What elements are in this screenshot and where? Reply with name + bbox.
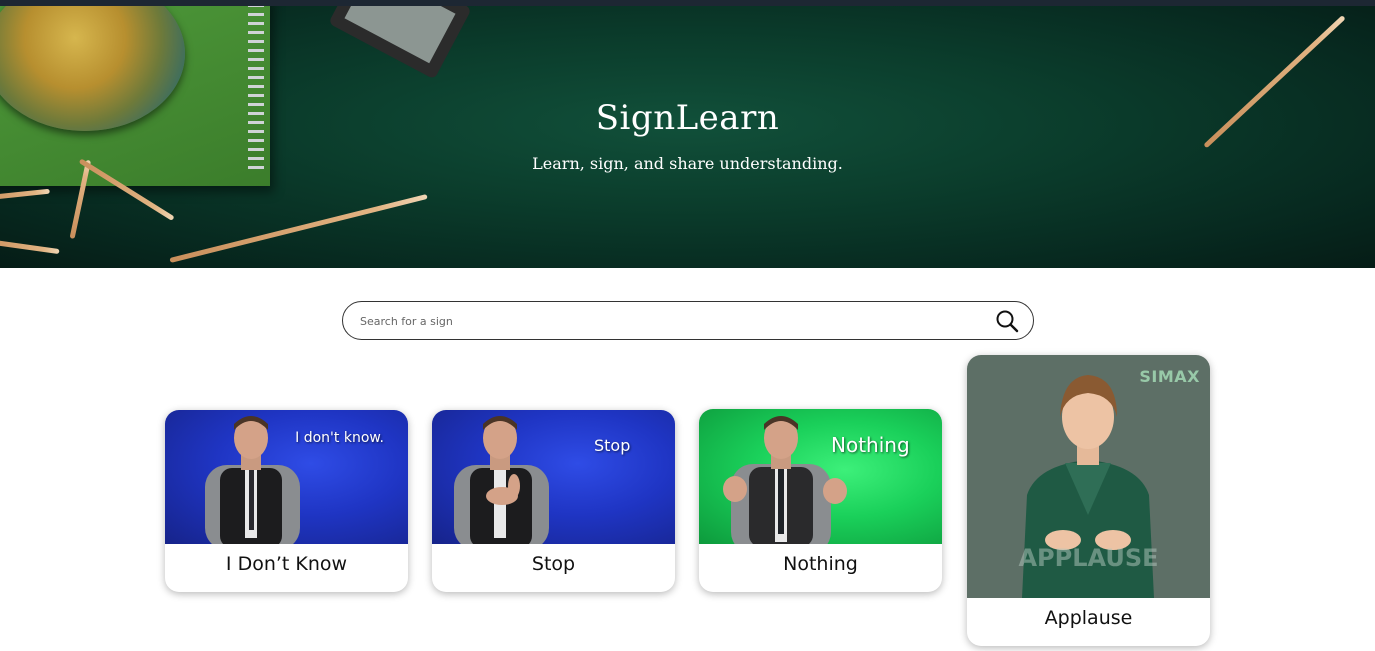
page-title: SignLearn [595,98,780,138]
sign-card-i-dont-know[interactable]: I don't know. I Don’t Know [165,410,408,592]
search-input[interactable] [360,310,980,332]
frame-decoration [328,6,472,80]
page-subtitle: Learn, sign, and share understanding. [532,154,843,173]
brand-logo: SIMAX [1139,367,1200,386]
signer-figure [454,416,549,544]
pencil-decoration [0,188,50,201]
signer-figure [723,416,847,544]
video-caption: I don't know. [295,430,384,446]
sign-avatar-thumbnail: SIMAX APPLAUSE [967,355,1210,598]
sign-card-nothing[interactable]: Nothing Nothing [699,409,942,592]
pencil-decoration [0,238,60,255]
pencil-decoration [169,193,428,263]
hero-banner: SignLearn Learn, sign, and share underst… [0,6,1375,268]
sign-card-label: Applause [1044,607,1133,629]
sign-video-thumbnail: Nothing [699,409,942,544]
sign-card-stop[interactable]: Stop Stop [432,410,675,592]
sign-card-label: I Don’t Know [225,553,348,575]
sign-card-label: Stop [531,553,576,575]
search-icon[interactable] [995,309,1019,333]
sign-video-thumbnail: Stop [432,410,675,544]
video-caption: Stop [594,436,631,455]
sign-card-applause[interactable]: SIMAX APPLAUSE Applause [967,355,1210,646]
video-caption: Nothing [831,433,910,457]
sign-video-thumbnail: I don't know. [165,410,408,544]
search-bar [342,301,1034,340]
sign-card-label: Nothing [783,553,858,575]
video-watermark: APPLAUSE [1018,544,1159,572]
